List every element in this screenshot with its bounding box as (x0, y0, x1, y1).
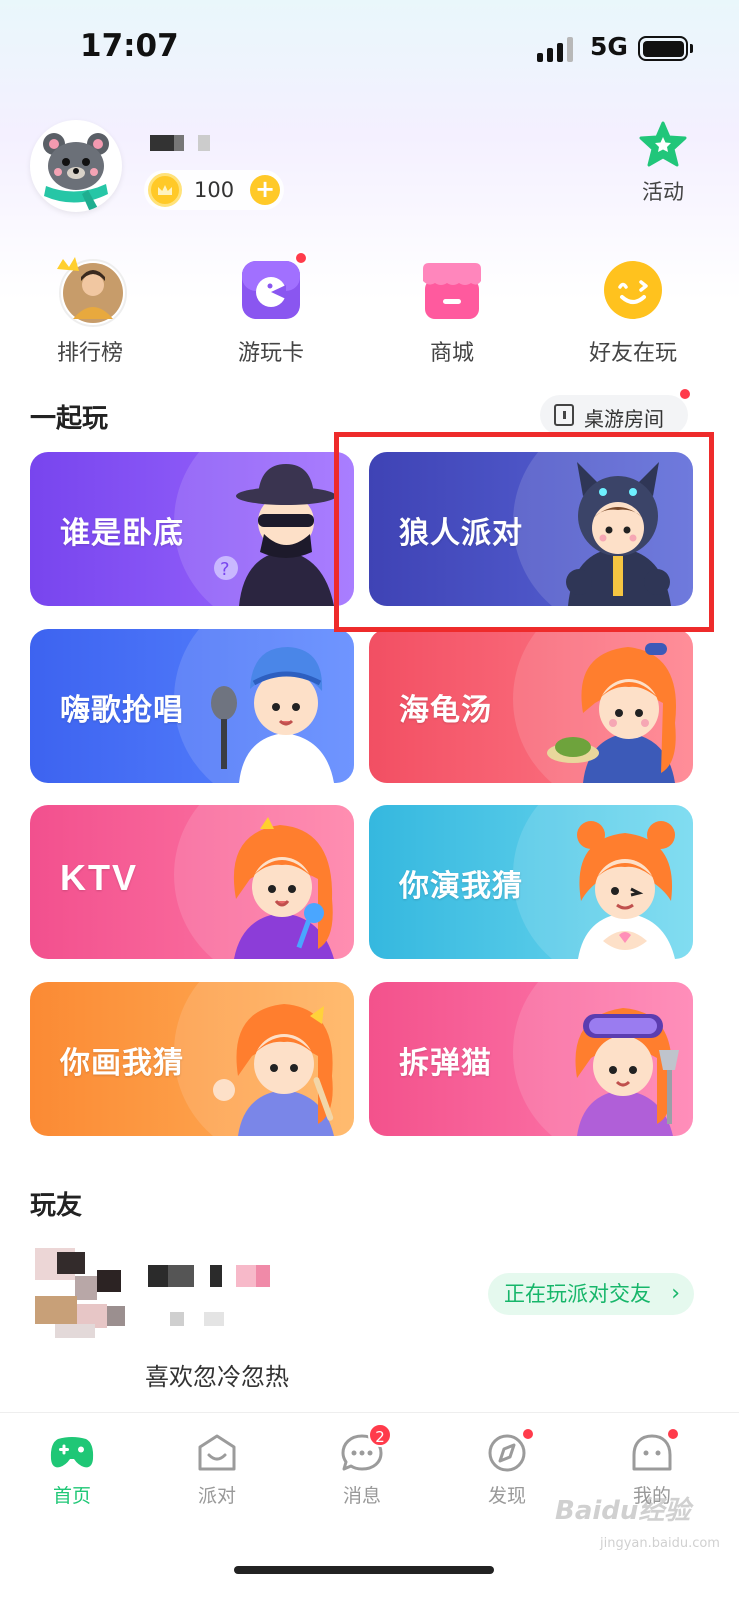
me-notification-dot (666, 1427, 680, 1441)
quick-shop[interactable]: 商城 (377, 255, 527, 367)
friend-subtitle-redacted (170, 1312, 230, 1326)
coin-balance[interactable]: 100 + (144, 170, 284, 210)
tab-party-label: 派对 (197, 1485, 236, 1507)
play-together-title: 一起玩 (30, 404, 109, 434)
battery-icon (638, 36, 693, 61)
painter-girl-character-icon (213, 1004, 334, 1136)
shop-label: 商城 (429, 341, 474, 366)
game-card-notification-dot (294, 251, 308, 265)
chat-bubble-icon: 2 (340, 1423, 392, 1473)
cellular-signal-icon (537, 36, 573, 62)
user-avatar[interactable] (30, 120, 122, 212)
join-friend-label: 正在玩派对交友 (504, 1282, 651, 1306)
game-card-draw-guess[interactable]: 你画我猜 (30, 982, 354, 1136)
ranking-avatar-icon (55, 255, 127, 327)
watermark-url: jingyan.baidu.com (600, 1536, 720, 1551)
activity-button[interactable]: 活动 (630, 120, 696, 206)
explorer-girl-character-icon (575, 1008, 679, 1136)
game-title: 你演我猜 (399, 869, 523, 904)
add-coins-button[interactable]: + (250, 175, 280, 205)
friend-status-text: 喜欢忽冷忽热 (145, 1363, 289, 1391)
friends-playing-label: 好友在玩 (588, 341, 677, 366)
game-card-turtle-soup[interactable]: 海龟汤 (369, 629, 693, 783)
game-card-charades[interactable]: 你演我猜 (369, 805, 693, 959)
shop-icon (417, 255, 487, 325)
messages-unread-badge: 2 (368, 1423, 392, 1447)
tab-messages-label: 消息 (342, 1485, 381, 1507)
charades-girl-character-icon (577, 821, 675, 959)
spy-character-icon: ? (214, 464, 336, 606)
friend-name-redacted (148, 1265, 278, 1287)
crown-coin-icon (148, 173, 182, 207)
chevron-right-icon: › (671, 1281, 680, 1306)
ranking-label: 排行榜 (56, 341, 123, 366)
username-redacted (150, 135, 212, 151)
friend-avatar[interactable] (35, 1248, 127, 1340)
svg-text:?: ? (220, 559, 230, 580)
game-title: 嗨歌抢唱 (60, 693, 184, 728)
game-title: KTV (60, 857, 138, 898)
game-card-undercover[interactable]: 谁是卧底 ? (30, 452, 354, 606)
game-card-label: 游玩卡 (237, 341, 304, 366)
tab-discover[interactable]: 发现 (462, 1427, 552, 1508)
girl-turtle-character-icon (547, 643, 677, 783)
singer-character-icon (211, 647, 334, 783)
game-title: 你画我猜 (60, 1046, 184, 1081)
ktv-singer-character-icon (233, 817, 334, 959)
quick-ranking[interactable]: 排行榜 (15, 255, 165, 367)
tab-discover-label: 发现 (487, 1485, 526, 1507)
coin-count: 100 (194, 178, 235, 202)
quick-game-card[interactable]: 游玩卡 (196, 251, 346, 367)
friends-title: 玩友 (30, 1191, 83, 1221)
gamepad-icon (50, 1433, 94, 1473)
highlight-box (334, 432, 714, 632)
game-card-ktv[interactable]: KTV (30, 805, 354, 959)
quick-friends-playing[interactable]: 好友在玩 (558, 255, 708, 367)
door-icon (554, 404, 574, 426)
game-title: 海龟汤 (399, 693, 492, 728)
compass-icon (485, 1427, 535, 1473)
clock: 17:07 (80, 28, 179, 64)
board-game-room-button[interactable]: 桌游房间 (540, 387, 692, 435)
smile-icon (598, 255, 668, 325)
party-house-icon (195, 1433, 239, 1473)
status-bar: 17:07 5G (0, 0, 739, 100)
network-type: 5G (590, 32, 628, 61)
game-card-bomb-cat[interactable]: 拆弹猫 (369, 982, 693, 1136)
game-card-icon (236, 251, 308, 325)
watermark: Baidu经验 (555, 1496, 691, 1526)
tab-home[interactable]: 首页 (27, 1433, 117, 1508)
game-title: 谁是卧底 (60, 516, 184, 551)
tab-party[interactable]: 派对 (172, 1433, 262, 1508)
discover-notification-dot (521, 1427, 535, 1441)
board-room-notification-dot (678, 387, 692, 401)
game-title: 拆弹猫 (399, 1046, 492, 1081)
activity-label: 活动 (642, 180, 684, 204)
star-icon (638, 120, 688, 170)
tab-home-label: 首页 (52, 1485, 91, 1507)
board-game-room-label: 桌游房间 (584, 407, 664, 431)
game-card-sing-grab[interactable]: 嗨歌抢唱 (30, 629, 354, 783)
tab-messages[interactable]: 2 消息 (317, 1423, 407, 1508)
profile-face-icon (630, 1427, 680, 1473)
home-indicator[interactable] (234, 1566, 494, 1574)
join-friend-button[interactable]: 正在玩派对交友 › (488, 1273, 694, 1315)
